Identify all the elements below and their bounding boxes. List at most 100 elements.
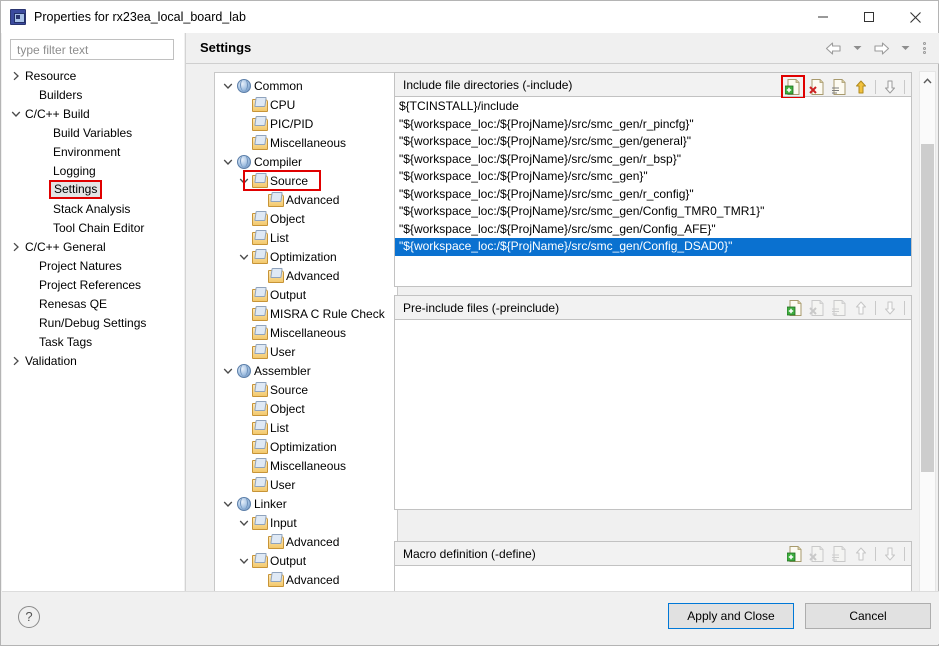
maximize-icon[interactable] (846, 1, 892, 33)
cancel-button[interactable]: Cancel (805, 603, 931, 629)
list-item[interactable]: "${workspace_loc:/${ProjName}/src/smc_ge… (395, 151, 911, 169)
sidebar-item-project-natures[interactable]: Project Natures (2, 256, 184, 275)
list-item[interactable]: ${TCINSTALL}/include (395, 98, 911, 116)
sidebar-item-stack-analysis[interactable]: Stack Analysis (2, 199, 184, 218)
sidebar-item-environment[interactable]: Environment (2, 142, 184, 161)
tool-tree-item-miscellaneous[interactable]: Miscellaneous (215, 456, 397, 475)
apply-and-close-button[interactable]: Apply and Close (668, 603, 794, 629)
tool-tree-item-optimization[interactable]: Optimization (215, 247, 397, 266)
add-icon[interactable] (785, 544, 805, 564)
tool-globe-icon (235, 361, 252, 380)
list-item[interactable]: "${workspace_loc:/${ProjName}/src/smc_ge… (395, 168, 911, 186)
tool-tree-item-optimization[interactable]: Optimization (215, 437, 397, 456)
list-item[interactable]: "${workspace_loc:/${ProjName}/src/smc_ge… (395, 238, 911, 256)
add-icon[interactable] (781, 75, 805, 99)
content-scrollbar[interactable] (919, 71, 936, 611)
list-item[interactable]: "${workspace_loc:/${ProjName}/src/smc_ge… (395, 133, 911, 151)
move-down-icon[interactable] (880, 77, 900, 97)
sidebar-item-renesas-qe[interactable]: Renesas QE (2, 294, 184, 313)
tool-settings-tree[interactable]: Common CPU PIC/PID Miscellaneous Compiler Sou… (214, 72, 398, 610)
tool-tree-item-advanced[interactable]: Advanced (215, 570, 397, 589)
sidebar-item-logging[interactable]: Logging (2, 161, 184, 180)
chevron-down-icon[interactable] (237, 247, 251, 266)
scroll-up-icon[interactable] (920, 72, 935, 89)
sidebar-item-label: Task Tags (39, 334, 93, 349)
sidebar-item-validation[interactable]: Validation (2, 351, 184, 370)
preinclude-files-list[interactable] (395, 321, 911, 509)
help-icon[interactable]: ? (18, 606, 40, 628)
tool-tree-item-source[interactable]: Source (215, 169, 397, 191)
edit-icon[interactable] (829, 77, 849, 97)
minimize-icon[interactable] (800, 1, 846, 33)
forward-arrow-icon[interactable] (870, 38, 892, 58)
tool-tree-item-advanced[interactable]: Advanced (215, 266, 397, 285)
tool-tree-item-user[interactable]: User (215, 342, 397, 361)
sidebar-item-settings[interactable]: Settings (2, 180, 184, 199)
sidebar-item-builders[interactable]: Builders (2, 85, 184, 104)
chevron-down-icon[interactable] (221, 361, 235, 380)
tool-tree-item-common[interactable]: Common (215, 76, 397, 95)
tool-tree-item-list[interactable]: List (215, 418, 397, 437)
tool-tree-item-miscellaneous[interactable]: Miscellaneous (215, 133, 397, 152)
sidebar-item-c-c-general[interactable]: C/C++ General (2, 237, 184, 256)
settings-page-icon (251, 475, 268, 494)
tool-tree-item-advanced[interactable]: Advanced (215, 190, 397, 209)
tool-tree-item-output[interactable]: Output (215, 551, 397, 570)
sidebar-item-task-tags[interactable]: Task Tags (2, 332, 184, 351)
tool-tree-item-source[interactable]: Source (215, 380, 397, 399)
tool-tree-item-list[interactable]: List (215, 228, 397, 247)
tool-tree-item-assembler[interactable]: Assembler (215, 361, 397, 380)
forward-menu-chevron-down-icon[interactable] (894, 38, 916, 58)
view-menu-icon[interactable] (918, 42, 931, 54)
tool-tree-item-advanced[interactable]: Advanced (215, 532, 397, 551)
sidebar-item-tool-chain-editor[interactable]: Tool Chain Editor (2, 218, 184, 237)
sidebar-item-label: Tool Chain Editor (53, 220, 145, 235)
scrollbar-thumb[interactable] (921, 144, 934, 472)
tool-tree-item-cpu[interactable]: CPU (215, 95, 397, 114)
settings-page-icon (267, 266, 284, 285)
sidebar-item-build-variables[interactable]: Build Variables (2, 123, 184, 142)
tool-tree-item-linker[interactable]: Linker (215, 494, 397, 513)
chevron-down-icon[interactable] (221, 152, 235, 171)
chevron-down-icon[interactable] (8, 104, 24, 123)
close-icon[interactable] (892, 1, 938, 33)
tool-tree-item-misra-c-rule-check[interactable]: MISRA C Rule Check (215, 304, 397, 323)
sidebar-item-label: C/C++ General (25, 239, 106, 254)
tool-tree-item-compiler[interactable]: Compiler (215, 152, 397, 171)
tool-tree-item-user[interactable]: User (215, 475, 397, 494)
list-item[interactable]: "${workspace_loc:/${ProjName}/src/smc_ge… (395, 221, 911, 239)
chevron-down-icon[interactable] (237, 171, 251, 190)
back-menu-chevron-down-icon[interactable] (846, 38, 868, 58)
tool-tree-item-miscellaneous[interactable]: Miscellaneous (215, 323, 397, 342)
tool-tree-item-object[interactable]: Object (215, 209, 397, 228)
sidebar-item-run-debug-settings[interactable]: Run/Debug Settings (2, 313, 184, 332)
add-icon[interactable] (785, 298, 805, 318)
tool-tree-item-object[interactable]: Object (215, 399, 397, 418)
delete-icon[interactable] (807, 77, 827, 97)
move-up-icon[interactable] (851, 77, 871, 97)
include-directories-list[interactable]: ${TCINSTALL}/include "${workspace_loc:/${… (395, 98, 911, 286)
chevron-right-icon[interactable] (8, 66, 24, 85)
chevron-down-icon[interactable] (221, 76, 235, 95)
sidebar-item-label: Run/Debug Settings (39, 315, 147, 330)
sidebar-item-project-references[interactable]: Project References (2, 275, 184, 294)
list-item[interactable]: "${workspace_loc:/${ProjName}/src/smc_ge… (395, 186, 911, 204)
chevron-down-icon[interactable] (237, 551, 251, 570)
list-item[interactable]: "${workspace_loc:/${ProjName}/src/smc_ge… (395, 203, 911, 221)
chevron-right-icon[interactable] (8, 351, 24, 370)
back-arrow-icon[interactable] (822, 38, 844, 58)
list-item[interactable]: "${workspace_loc:/${ProjName}/src/smc_ge… (395, 116, 911, 134)
sidebar-item-c-c-build[interactable]: C/C++ Build (2, 104, 184, 123)
filter-input[interactable]: type filter text (10, 39, 174, 60)
sidebar-item-resource[interactable]: Resource (2, 66, 184, 85)
tool-tree-item-pic-pid[interactable]: PIC/PID (215, 114, 397, 133)
tool-tree-item-output[interactable]: Output (215, 285, 397, 304)
chevron-down-icon[interactable] (237, 513, 251, 532)
chevron-down-icon[interactable] (221, 494, 235, 513)
tool-tree-item-input[interactable]: Input (215, 513, 397, 532)
tool-tree-item-label: Advanced (286, 268, 340, 283)
chevron-right-icon[interactable] (8, 237, 24, 256)
